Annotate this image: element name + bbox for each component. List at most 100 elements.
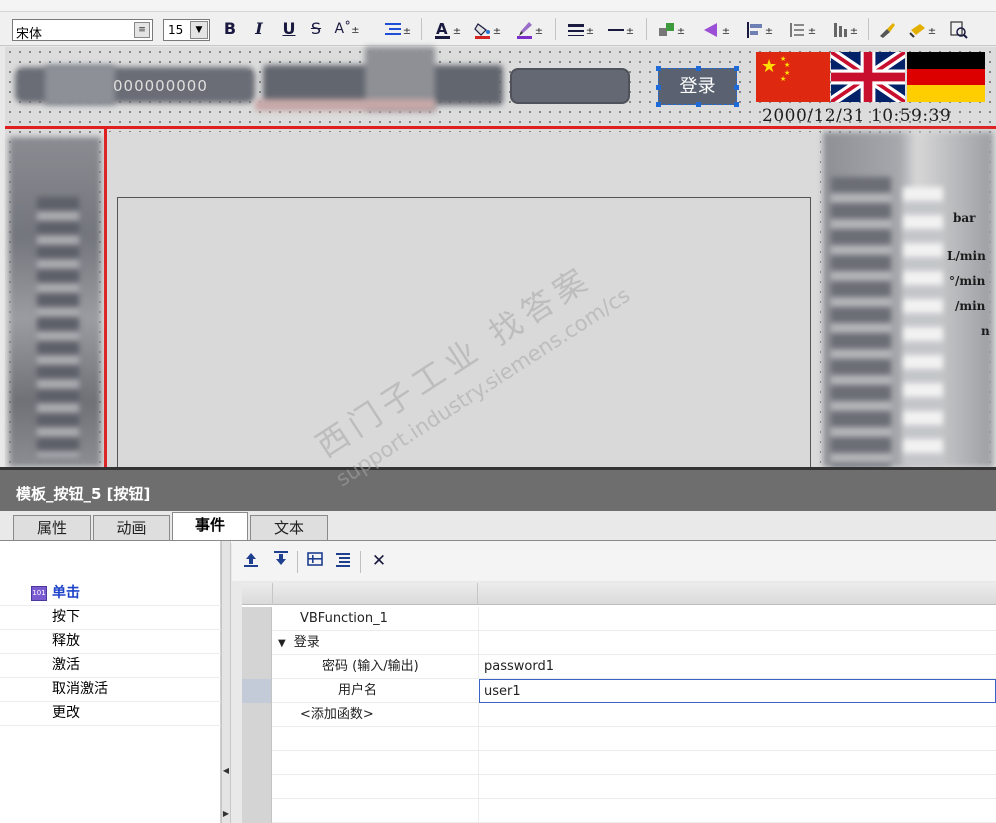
- tab-animations[interactable]: 动画: [93, 515, 170, 541]
- font-color-button[interactable]: A ±: [430, 17, 464, 41]
- function-value: [478, 607, 996, 631]
- event-item-activate[interactable]: 激活: [0, 654, 221, 678]
- dropdown-arrow-icon: ±: [402, 26, 412, 37]
- hmi-screen-canvas[interactable]: 000000000 登录 ★ ★ ★ ★ ★ 2000/12/31 10:59:…: [5, 47, 996, 467]
- line-style-icon: [607, 28, 624, 31]
- line-weight-icon: [567, 23, 584, 36]
- row-selector[interactable]: [242, 607, 272, 631]
- expand-button[interactable]: [332, 550, 354, 572]
- fill-color-button[interactable]: ±: [470, 17, 504, 41]
- blurred-region: [255, 99, 435, 111]
- dropdown-arrow-icon: ±: [764, 26, 774, 37]
- dropdown-arrow-icon: ±: [492, 26, 502, 37]
- resize-handle[interactable]: [696, 66, 701, 71]
- line-weight-button[interactable]: ±: [563, 17, 597, 41]
- line-color-button[interactable]: ±: [512, 17, 546, 41]
- resize-handle[interactable]: [696, 102, 701, 107]
- parameter-row[interactable]: 密码 (输入/输出) password1: [242, 655, 996, 679]
- strikethrough-button[interactable]: S: [307, 17, 325, 41]
- arrow-right-icon[interactable]: ▶: [222, 809, 230, 818]
- same-size-button[interactable]: ±: [826, 17, 862, 41]
- star-icon: ★: [761, 56, 778, 77]
- add-function-row[interactable]: <添加函数>: [242, 703, 996, 727]
- add-function-label: <添加函数>: [300, 707, 374, 722]
- toolbar-separator: [868, 18, 869, 40]
- italic-button[interactable]: I: [250, 17, 268, 41]
- resize-handle[interactable]: [656, 66, 661, 71]
- arrow-left-icon[interactable]: ◀: [222, 766, 230, 775]
- row-selector[interactable]: [242, 703, 272, 727]
- event-item-release[interactable]: 释放: [0, 630, 221, 654]
- zoom-button[interactable]: [948, 17, 970, 41]
- tab-events[interactable]: 事件: [172, 512, 248, 543]
- dropdown-arrow-icon: ±: [807, 26, 817, 37]
- uk-flag-button[interactable]: [831, 52, 905, 102]
- resize-handle[interactable]: [656, 102, 661, 107]
- rotate-button[interactable]: ±: [904, 17, 940, 41]
- sidebar-divider-line: [104, 129, 107, 467]
- rotate-icon: [909, 23, 925, 38]
- panel-splitter[interactable]: ◀ ▶: [221, 541, 231, 823]
- underline-button[interactable]: U: [280, 17, 298, 41]
- tab-properties[interactable]: 属性: [13, 515, 91, 541]
- blurred-region: [37, 197, 79, 457]
- content-frame[interactable]: [117, 197, 811, 467]
- collapse-button[interactable]: [304, 550, 326, 572]
- chinese-flag-button[interactable]: ★ ★ ★ ★ ★: [756, 52, 830, 102]
- text-align-button[interactable]: ±: [378, 17, 416, 41]
- event-item-click[interactable]: 101 单击: [0, 582, 221, 606]
- font-picker-icon[interactable]: ≡: [134, 22, 150, 38]
- fill-bucket-icon: [474, 22, 490, 39]
- line-end-button[interactable]: ±: [698, 17, 734, 41]
- event-item-deactivate[interactable]: 取消激活: [0, 678, 221, 702]
- delete-button[interactable]: ✕: [368, 550, 390, 572]
- expand-triangle-icon[interactable]: ▼: [278, 632, 286, 656]
- font-name-field[interactable]: 宋体 ≡: [12, 19, 153, 42]
- dropdown-arrow-icon: ±: [927, 26, 937, 37]
- toolbar-separator: [555, 18, 556, 40]
- event-item-change[interactable]: 更改: [0, 702, 221, 726]
- row-selector[interactable]: [242, 679, 272, 703]
- resize-handle[interactable]: [656, 85, 661, 90]
- line-style-button[interactable]: ±: [603, 17, 637, 41]
- username-value-input[interactable]: [479, 679, 996, 703]
- expand-icon: [336, 553, 350, 567]
- function-row[interactable]: ▼ 登录: [242, 631, 996, 655]
- tab-texts[interactable]: 文本: [250, 515, 328, 541]
- align-left-icon: [746, 21, 762, 38]
- move-up-button[interactable]: [240, 550, 262, 572]
- row-selector[interactable]: [242, 631, 272, 655]
- move-down-button[interactable]: [270, 550, 292, 572]
- event-label: 释放: [52, 633, 80, 649]
- bold-button[interactable]: B: [221, 17, 239, 41]
- font-color-icon: A: [434, 20, 450, 39]
- parameter-row[interactable]: 用户名: [242, 679, 996, 703]
- superscript-label: A˚: [334, 21, 352, 37]
- distribute-button[interactable]: ±: [784, 17, 820, 41]
- row-selector[interactable]: [242, 655, 272, 679]
- toolbar-separator: [297, 551, 298, 573]
- german-flag-button[interactable]: [907, 52, 985, 102]
- align-objects-button[interactable]: ±: [741, 17, 777, 41]
- function-row[interactable]: VBFunction_1: [242, 607, 996, 631]
- parameter-value[interactable]: password1: [478, 655, 996, 679]
- unit-label: °/min: [949, 274, 986, 288]
- same-size-icon: [833, 22, 847, 37]
- dropdown-arrow-icon: ±: [721, 26, 731, 37]
- resize-handle[interactable]: [734, 85, 739, 90]
- dropdown-arrow-icon: ±: [849, 26, 859, 37]
- login-button[interactable]: 登录: [656, 66, 739, 107]
- uk-flag-icon: [831, 52, 905, 102]
- row-selector: [242, 751, 272, 775]
- superscript-button[interactable]: A˚±: [334, 17, 360, 41]
- font-size-select[interactable]: 15 ▼: [163, 19, 210, 41]
- arrange-button[interactable]: ±: [653, 17, 689, 41]
- resize-handle[interactable]: [734, 102, 739, 107]
- chevron-down-icon[interactable]: ▼: [190, 21, 208, 39]
- unit-label: L/min: [947, 249, 986, 263]
- format-painter-button[interactable]: [876, 17, 898, 41]
- event-item-press[interactable]: 按下: [0, 606, 221, 630]
- resize-handle[interactable]: [734, 66, 739, 71]
- zoom-icon: [950, 20, 968, 39]
- empty-cell: [478, 775, 996, 799]
